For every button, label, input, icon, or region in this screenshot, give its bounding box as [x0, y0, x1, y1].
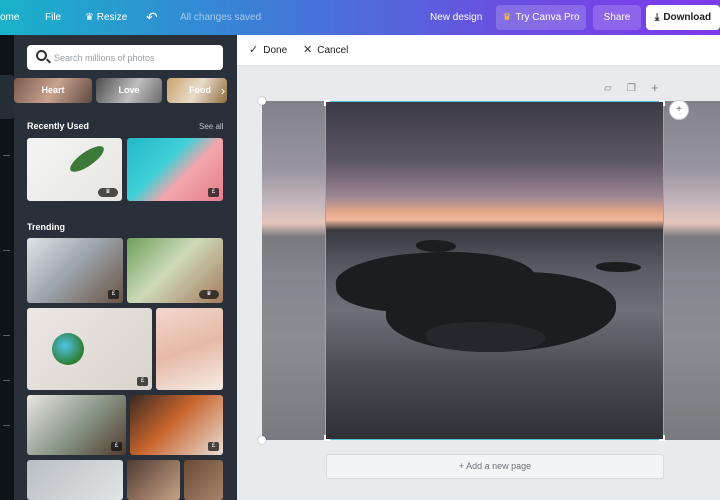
- pound-badge: £: [208, 442, 219, 451]
- cancel-button[interactable]: ✕ Cancel: [303, 35, 348, 66]
- photo-thumbnail[interactable]: ♛: [127, 238, 223, 303]
- see-all-link[interactable]: See all: [199, 122, 223, 131]
- search-input[interactable]: [54, 48, 218, 67]
- photo-thumbnail[interactable]: [127, 460, 180, 500]
- try-pro-label: Try Canva Pro: [515, 12, 580, 23]
- pound-badge: £: [108, 290, 119, 299]
- cancel-label: Cancel: [317, 45, 349, 56]
- new-design-button[interactable]: New design: [430, 0, 482, 35]
- home-button[interactable]: ome: [0, 0, 19, 35]
- photo-thumbnail[interactable]: £: [27, 395, 126, 455]
- crop-corner-handle[interactable]: [324, 435, 330, 441]
- photo-thumbnail[interactable]: [27, 460, 123, 500]
- category-love[interactable]: Love: [96, 78, 162, 103]
- photo-thumbnail[interactable]: £: [27, 308, 152, 390]
- trending-heading: Trending: [27, 222, 65, 232]
- crop-toolbar: ✓ Done ✕ Cancel: [237, 35, 720, 66]
- add-new-page-button[interactable]: + Add a new page: [326, 454, 664, 479]
- crown-badge: ♛: [98, 188, 118, 197]
- search-icon: [36, 50, 47, 61]
- side-nav-active-tab[interactable]: [0, 75, 14, 119]
- try-canva-pro-button[interactable]: ♛ Try Canva Pro: [496, 5, 586, 30]
- photo-thumbnail[interactable]: [184, 460, 223, 500]
- side-nav-item[interactable]: [3, 250, 10, 251]
- side-nav-item[interactable]: [3, 335, 10, 336]
- done-button[interactable]: ✓ Done: [249, 35, 287, 66]
- design-canvas: ▱ ❐ + + + Add a new page: [237, 66, 720, 500]
- side-nav-item[interactable]: [3, 380, 10, 381]
- selected-photo[interactable]: [325, 101, 664, 440]
- close-icon: ✕: [303, 44, 313, 56]
- photo-thumbnail[interactable]: £: [127, 138, 223, 201]
- done-label: Done: [263, 45, 288, 56]
- crown-badge: ♛: [199, 290, 219, 299]
- resize-handle[interactable]: [258, 436, 266, 444]
- add-comment-icon[interactable]: +: [669, 100, 689, 120]
- photo-thumbnail[interactable]: ♛: [27, 138, 122, 201]
- rock-shape: [416, 240, 456, 252]
- search-box[interactable]: [27, 45, 223, 70]
- side-nav-item[interactable]: [3, 425, 10, 426]
- download-label: Download: [663, 12, 712, 23]
- leaf-shape: [66, 141, 108, 177]
- share-button[interactable]: Share: [593, 5, 641, 30]
- photos-panel: Heart Love Food › Recently Used See all …: [14, 35, 237, 500]
- rock-shape: [596, 262, 641, 272]
- pound-badge: £: [137, 377, 148, 386]
- pound-badge: £: [208, 188, 219, 197]
- crop-corner-handle[interactable]: [659, 100, 665, 106]
- recently-used-heading: Recently Used: [27, 121, 90, 131]
- save-status: All changes saved: [180, 12, 262, 23]
- checkmark-icon: ✓: [249, 44, 259, 56]
- resize-handle[interactable]: [258, 97, 266, 105]
- photo-thumbnail[interactable]: £: [130, 395, 223, 455]
- crop-corner-handle[interactable]: [659, 435, 665, 441]
- crown-icon: ♛: [85, 12, 94, 23]
- add-page-icon[interactable]: +: [651, 80, 659, 95]
- chevron-right-icon[interactable]: ›: [214, 78, 232, 103]
- pound-badge: £: [111, 442, 122, 451]
- notes-icon[interactable]: ▱: [604, 83, 612, 94]
- resize-button[interactable]: ♛ Resize: [85, 0, 127, 35]
- download-button[interactable]: ⤓ Download: [646, 5, 720, 30]
- duplicate-page-icon[interactable]: ❐: [627, 83, 636, 94]
- globe-shape: [52, 333, 84, 365]
- side-nav-item[interactable]: [3, 155, 10, 156]
- undo-icon[interactable]: ↶: [146, 0, 158, 35]
- photo-thumbnail[interactable]: [156, 308, 223, 390]
- download-icon: ⤓: [654, 12, 660, 23]
- resize-label: Resize: [96, 12, 128, 23]
- crown-icon: ♛: [502, 12, 512, 23]
- top-bar: ome File ♛ Resize ↶ All changes saved Ne…: [0, 0, 720, 35]
- rock-shape: [426, 322, 546, 352]
- crop-corner-handle[interactable]: [324, 100, 330, 106]
- category-heart[interactable]: Heart: [14, 78, 92, 103]
- side-nav-strip: [0, 35, 14, 500]
- file-menu[interactable]: File: [45, 0, 61, 35]
- photo-thumbnail[interactable]: £: [27, 238, 123, 303]
